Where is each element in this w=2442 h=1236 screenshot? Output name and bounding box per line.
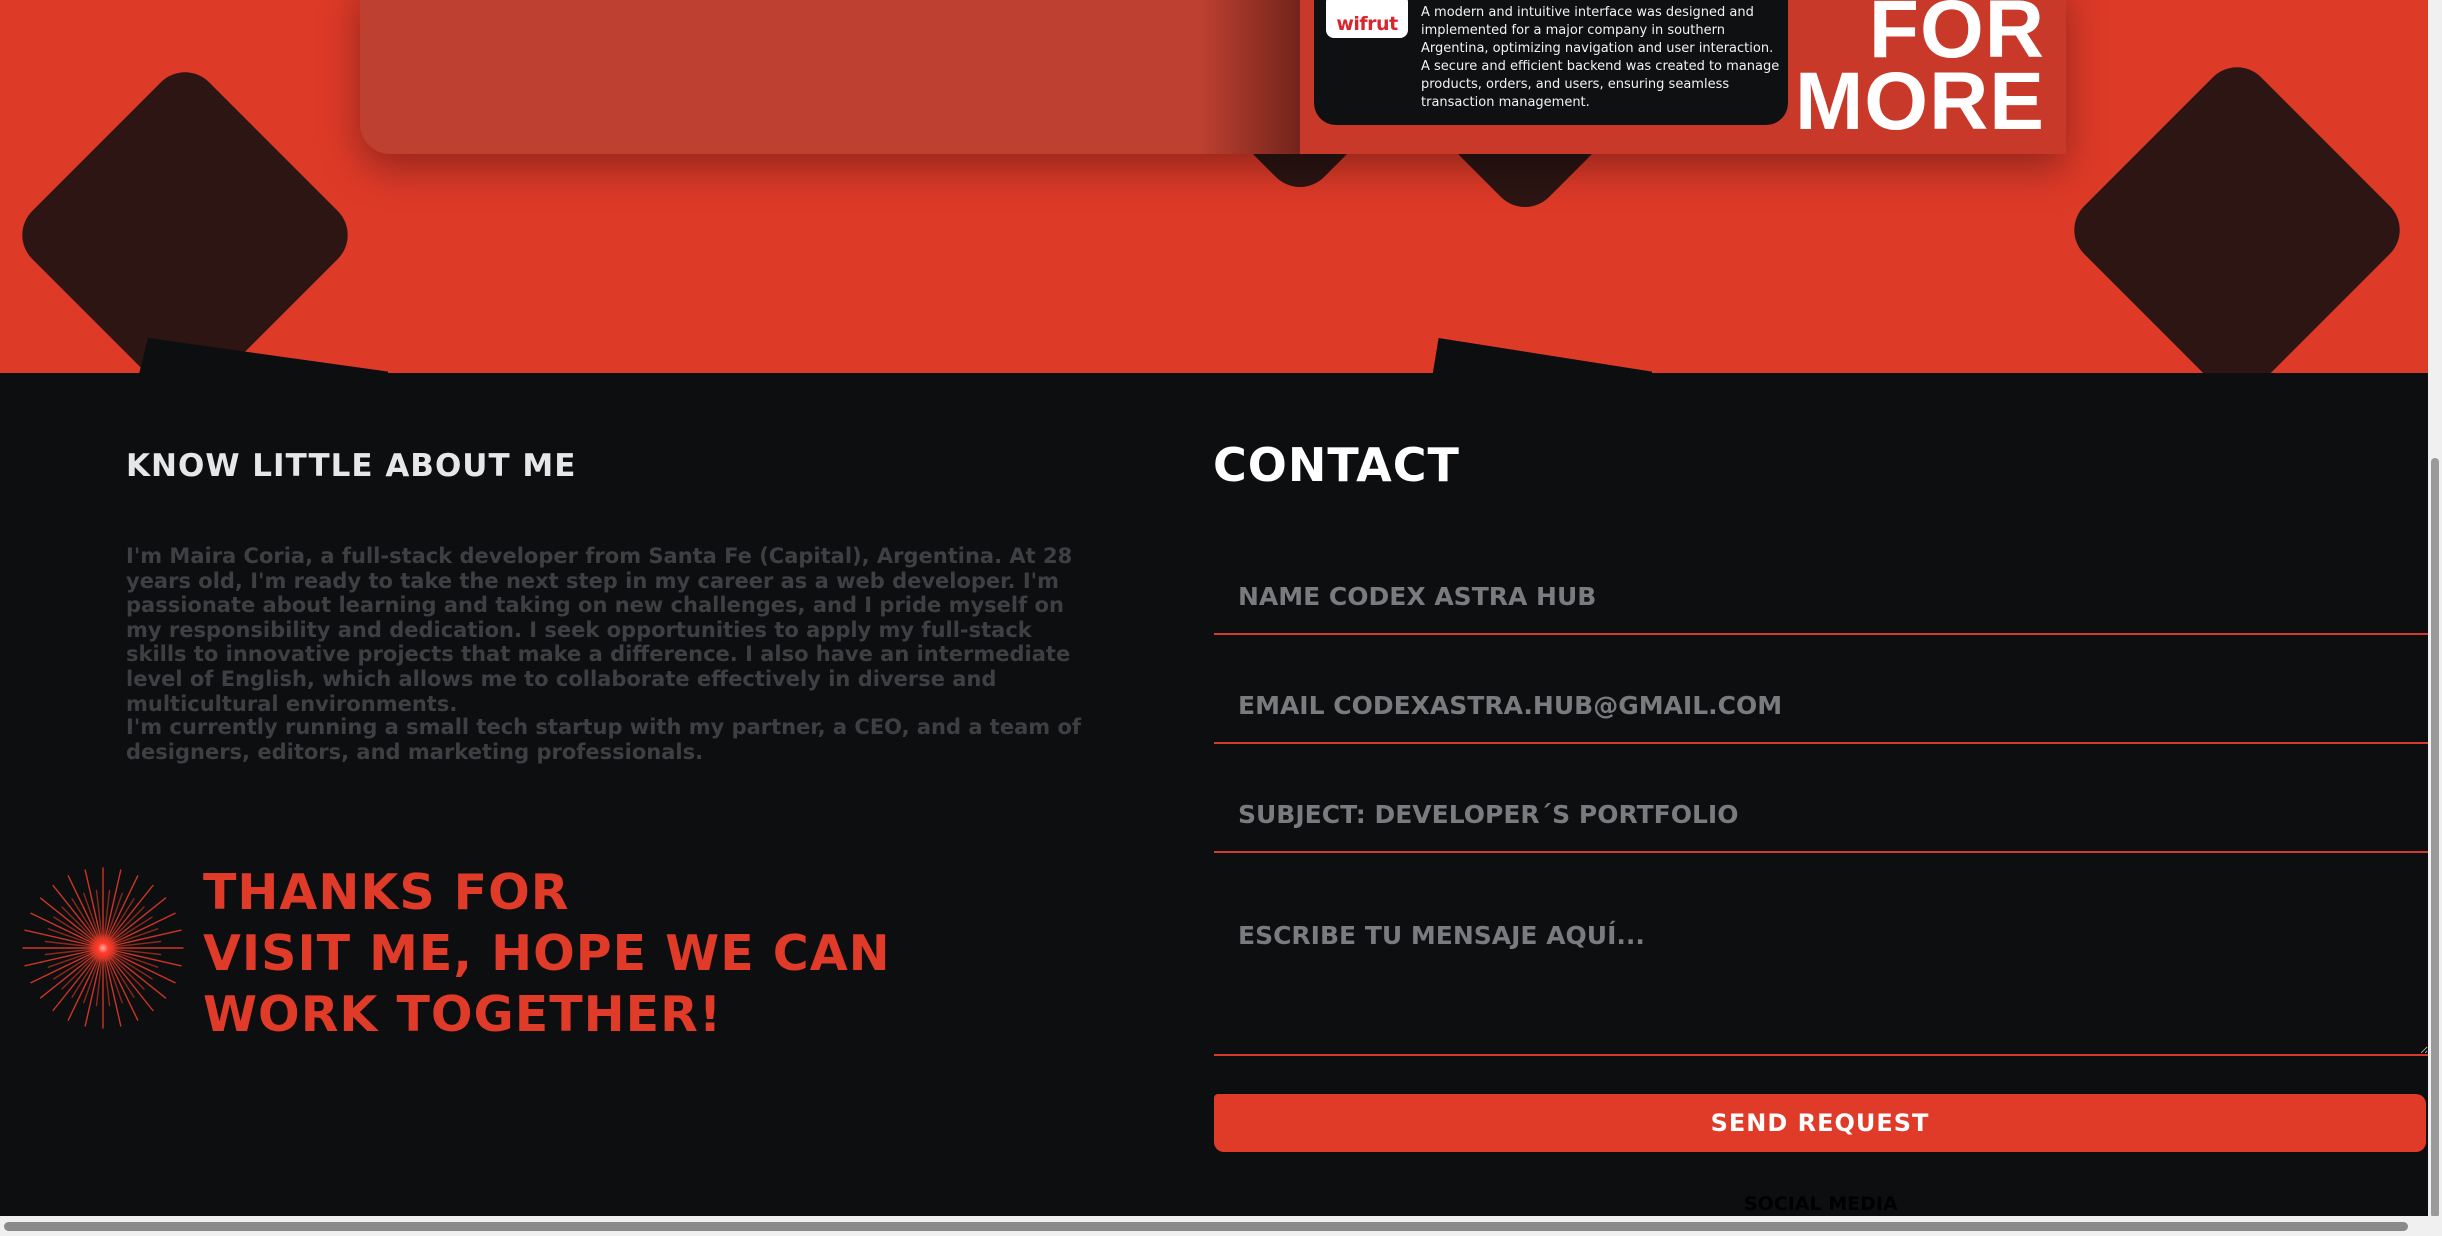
decorative-diamond-left [8,58,362,373]
thanks-message: THANKS FOR VISIT ME, HOPE WE CAN WORK TO… [203,862,891,1045]
subject-field[interactable] [1214,778,2428,853]
thanks-line-1: THANKS FOR [203,864,570,921]
project-description-box: wifrut A modern and intuitive interface … [1314,0,1788,125]
message-field[interactable] [1214,891,2428,1056]
contact-title: CONTACT [1213,438,1460,492]
hero-section: wifrut A modern and intuitive interface … [0,0,2428,373]
starburst-icon [22,867,184,1029]
see-more-link[interactable]: FOR MORE [1795,0,2045,147]
name-field[interactable] [1214,560,2428,635]
project-card: wifrut A modern and intuitive interface … [360,0,2066,154]
more-line-2: MORE [1795,56,2045,147]
email-field[interactable] [1214,669,2428,744]
wifrut-logo: wifrut [1326,0,1408,38]
social-media-heading: SOCIAL MEDIA [1744,1193,1898,1215]
vertical-scrollbar[interactable] [2428,0,2442,1236]
decorative-shard-left [138,338,388,373]
horizontal-scrollbar[interactable] [0,1216,2442,1236]
vertical-scrollbar-thumb[interactable] [2431,458,2439,1218]
horizontal-scrollbar-thumb[interactable] [4,1222,2408,1231]
project-description: A modern and intuitive interface was des… [1421,5,1780,110]
decorative-diamond-right [2060,53,2414,373]
thanks-line-3: WORK TOGETHER! [203,986,723,1043]
about-title: KNOW LITTLE ABOUT ME [126,448,577,484]
thanks-line-2: VISIT ME, HOPE WE CAN [203,925,891,982]
about-paragraph-2: I'm currently running a small tech start… [126,715,1082,764]
send-request-button[interactable]: SEND REQUEST [1214,1094,2426,1152]
wifrut-logo-text: wifrut [1336,13,1398,35]
about-paragraph-1: I'm Maira Coria, a full-stack developer … [126,544,1073,716]
decorative-shard-middle [1432,338,1652,373]
